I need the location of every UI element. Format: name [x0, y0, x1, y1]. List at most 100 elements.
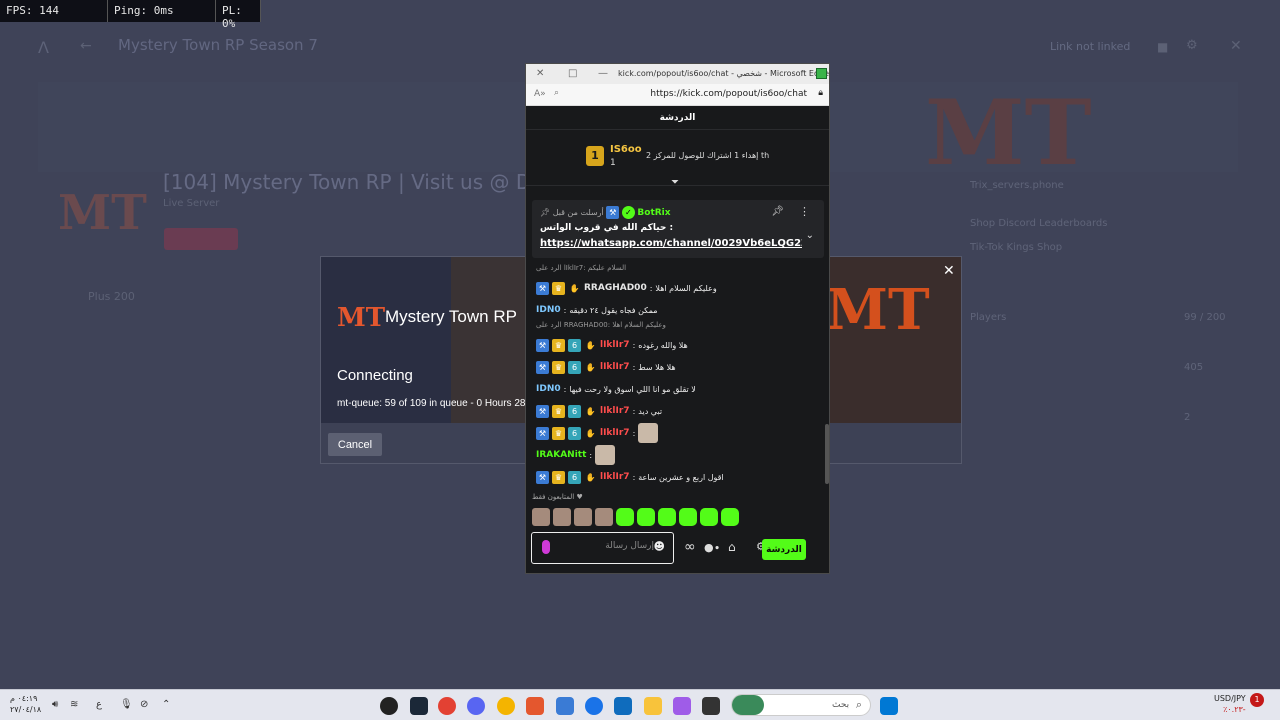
chat-message[interactable]: ⚒ ♛ ✋ RRAGHAD00: وعليكم السلام اهلا	[536, 277, 822, 299]
copilot-icon[interactable]	[673, 697, 691, 715]
emote-button[interactable]	[721, 508, 739, 526]
emote-button[interactable]	[658, 508, 676, 526]
launcher-icon[interactable]	[526, 697, 544, 715]
chrome-icon[interactable]	[438, 697, 456, 715]
volume-icon[interactable]: 🔊︎	[52, 699, 58, 710]
chat-input-box[interactable]: ☻	[531, 532, 674, 564]
language-indicator[interactable]: ع	[96, 699, 102, 710]
emote-button[interactable]	[532, 508, 550, 526]
reply-reference[interactable]: الرد على lIklIr7: السلام عليكم	[536, 264, 822, 277]
chat-message[interactable]: ⚒ ♛ 6 ✋ lIklIr7:	[536, 422, 822, 444]
chat-username[interactable]: lIklIr7	[600, 406, 630, 416]
window-close-icon[interactable]: ✕	[536, 68, 544, 79]
emote-button[interactable]	[700, 508, 718, 526]
url-text[interactable]: https://kick.com/popout/is6oo/chat	[650, 89, 807, 99]
address-bar[interactable]: A» ⌕ https://kick.com/popout/is6oo/chat …	[526, 84, 829, 106]
emote-button[interactable]	[595, 508, 613, 526]
read-aloud-icon[interactable]: A»	[534, 89, 546, 99]
pinned-author[interactable]: BotRix	[637, 208, 670, 218]
currency-widget[interactable]: USD/JPY ٪٠.٢٣-	[1214, 693, 1246, 715]
lock-icon[interactable]: 🔒︎	[818, 88, 823, 98]
camera-off-icon[interactable]: ⊘	[140, 699, 148, 710]
chat-message[interactable]: IDN0: لا تقلق مو انا اللي اسوق ولا رحت في…	[536, 378, 822, 400]
send-chat-button[interactable]: الدردشة	[762, 539, 806, 560]
launcher-close-icon[interactable]: ✕	[1230, 38, 1242, 54]
chat-username[interactable]: lIklIr7	[600, 340, 630, 350]
chat-username[interactable]: IDN0	[536, 384, 561, 394]
windows-start-icon[interactable]	[880, 697, 898, 715]
predictions-icon[interactable]: ●∙	[704, 541, 720, 554]
chat-emote[interactable]	[638, 423, 659, 443]
chat-message[interactable]: IDN0: ممكن فجاه يقول ٢٤ دقيقه	[536, 299, 822, 321]
chat-scrollbar[interactable]	[825, 424, 829, 484]
file-explorer-icon[interactable]	[644, 697, 662, 715]
search-icon: ⌕	[855, 698, 862, 711]
settings-gear-icon[interactable]: ⚙	[1186, 38, 1198, 53]
server-info-row: Players	[970, 312, 1007, 323]
window-maximize-icon[interactable]: □	[568, 68, 577, 79]
server-banner-logo: MT	[925, 80, 1092, 186]
chat-message[interactable]: ⚒ ♛ 6 ✋ lIklIr7: هلا هلا سط	[536, 356, 822, 378]
notification-badge[interactable]: 1	[1250, 693, 1264, 707]
tray-chevron-icon[interactable]: ⌃	[162, 699, 170, 710]
store-icon[interactable]: ⌂	[728, 540, 736, 554]
crown-badge-icon: ♛	[552, 281, 565, 295]
steam-icon[interactable]	[410, 697, 428, 715]
launcher-account-link[interactable]: Link not linked	[1050, 40, 1130, 53]
microphone-icon[interactable]	[542, 540, 550, 554]
chat-message[interactable]: IRAKANitt:	[536, 444, 822, 466]
channel-points-icon[interactable]: ∞	[684, 539, 696, 555]
emoji-icon[interactable]: ☻	[654, 540, 665, 553]
window-titlebar[interactable]: ✕ □ — kick.com/popout/is6oo/chat - شخصي …	[526, 64, 829, 84]
pinned-link[interactable]: https://whatsapp.com/channel/0029Vb6eLQG…	[540, 238, 802, 249]
chat-username[interactable]: lIklIr7	[600, 362, 630, 372]
moderator-badge-icon: ⚒	[606, 206, 620, 219]
taskbar-search[interactable]: بحث ⌕	[731, 694, 871, 716]
terminal-icon[interactable]	[702, 697, 720, 715]
more-options-icon[interactable]: ⋮	[799, 205, 810, 218]
emote-button[interactable]	[616, 508, 634, 526]
chat-username[interactable]: IDN0	[536, 305, 561, 315]
emote-button[interactable]	[553, 508, 571, 526]
launcher-logo-icon[interactable]: Λ	[38, 38, 49, 57]
heart-icon: ♥	[574, 493, 583, 501]
wifi-icon[interactable]: ≋	[70, 699, 78, 710]
chat-username[interactable]: IRAKANitt	[536, 450, 586, 460]
connect-button[interactable]	[164, 228, 238, 250]
server-info-row[interactable]: Shop Discord Leaderboards	[970, 218, 1107, 229]
emote-button[interactable]	[637, 508, 655, 526]
dialog-close-icon[interactable]: ✕	[943, 263, 955, 279]
chat-message[interactable]: ⚒ ♛ 6 ✋ lIklIr7: هلا والله رغوده	[536, 334, 822, 356]
server-info-row[interactable]: Tik-Tok Kings Shop	[970, 242, 1062, 253]
chat-message-input[interactable]	[556, 541, 654, 551]
chat-username[interactable]: RRAGHAD00	[584, 283, 647, 293]
store-app-icon[interactable]	[614, 697, 632, 715]
pinned-message[interactable]: 📌︎ أرسلت من قبل ⚒ ✓ BotRix 📌︎ ⋮ حياكم ال…	[532, 200, 824, 258]
pin-icon[interactable]: 📌︎	[771, 206, 784, 217]
support-icon[interactable]: ■	[1157, 40, 1168, 54]
emote-button[interactable]	[679, 508, 697, 526]
back-arrow-icon[interactable]: ←	[80, 38, 92, 54]
chat-emote[interactable]	[595, 445, 616, 465]
server-info-row: Trix_servers.phone	[970, 180, 1064, 191]
zoom-icon[interactable]: ⌕	[554, 88, 559, 98]
chevron-down-icon[interactable]: ⌄	[806, 230, 814, 241]
expand-leaderboard-icon[interactable]: ⏷	[671, 177, 679, 188]
discord-icon[interactable]	[467, 697, 485, 715]
chat-message[interactable]: ⚒ ♛ 6 ✋ lIklIr7: تبي ديد	[536, 400, 822, 422]
mic-icon[interactable]: 🎙︎	[120, 699, 133, 710]
chat-username[interactable]: lIklIr7	[600, 428, 630, 438]
app-icon[interactable]	[556, 697, 574, 715]
app-icon[interactable]	[380, 697, 398, 715]
app-icon[interactable]	[497, 697, 515, 715]
leader-username[interactable]: IS6oo	[610, 144, 642, 155]
reply-reference[interactable]: الرد على RRAGHAD00: وعليكم السلام اهلا	[536, 321, 822, 334]
cancel-button[interactable]: Cancel	[328, 433, 382, 456]
chat-username[interactable]: lIklIr7	[600, 472, 630, 482]
edge-icon[interactable]	[585, 697, 603, 715]
taskbar-clock[interactable]: ٠٤:١٩ م ٢٧/٠٤/١٨	[10, 693, 41, 715]
window-minimize-icon[interactable]: —	[598, 68, 608, 79]
server-info-value: 99 / 200	[1184, 312, 1226, 323]
chat-message[interactable]: ⚒ ♛ 6 ✋ lIklIr7: اقول اربع و عشرين ساعة	[536, 466, 822, 486]
emote-button[interactable]	[574, 508, 592, 526]
